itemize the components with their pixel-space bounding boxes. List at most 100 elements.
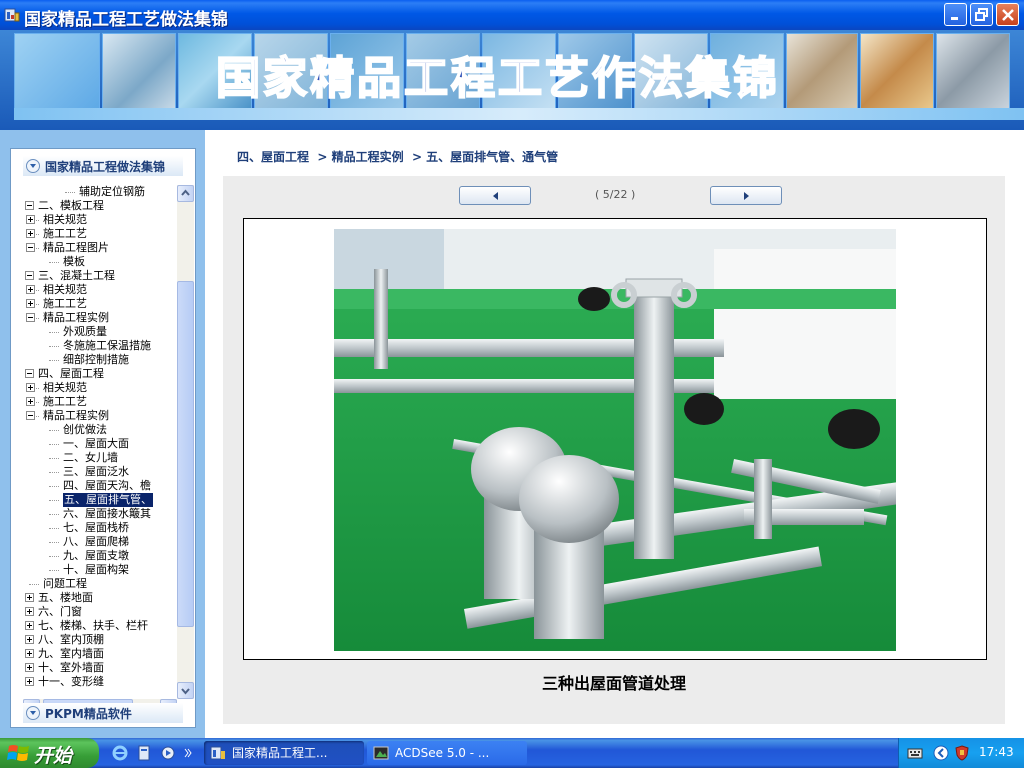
tree-node[interactable]: 问题工程	[23, 577, 177, 591]
tree-node[interactable]: 施工工艺	[23, 297, 177, 311]
window-title-bar[interactable]: 国家精品工程工艺做法集锦	[0, 0, 1024, 30]
tree-node[interactable]: 六、屋面接水簸其	[23, 507, 177, 521]
tree-node[interactable]: 四、屋面天沟、檐	[23, 479, 177, 493]
system-tray: 17:43	[898, 738, 1024, 768]
tree-node[interactable]: 三、混凝土工程	[23, 269, 177, 283]
tree-node[interactable]: 冬施施工保温措施	[23, 339, 177, 353]
tree-node[interactable]: 精品工程实例	[23, 311, 177, 325]
tree-node-label: 十一、变形缝	[38, 675, 104, 688]
tree-node[interactable]: 精品工程实例	[23, 409, 177, 423]
expand-plus-icon[interactable]	[26, 397, 35, 406]
media-player-icon[interactable]	[160, 745, 176, 761]
breadcrumb: 四、屋面工程 > 精品工程实例 > 五、屋面排气管、通气管	[237, 150, 559, 164]
expand-plus-icon[interactable]	[26, 229, 35, 238]
tree-node[interactable]: 相关规范	[23, 213, 177, 227]
task-button-main-app[interactable]: 国家精品工程工...	[204, 741, 364, 765]
expand-plus-icon[interactable]	[25, 663, 34, 672]
tree-node[interactable]: 八、屋面爬梯	[23, 535, 177, 549]
tree-node[interactable]: 外观质量	[23, 325, 177, 339]
tree-node-label: 六、屋面接水簸其	[63, 507, 151, 520]
tree-node[interactable]: 相关规范	[23, 283, 177, 297]
tree-panel-footer[interactable]: PKPM精品软件	[23, 703, 183, 723]
tree-node[interactable]: 相关规范	[23, 381, 177, 395]
tree-node[interactable]: 细部控制措施	[23, 353, 177, 367]
banner-title: 国家精品工程工艺作法集锦	[215, 52, 780, 105]
expand-plus-icon[interactable]	[25, 677, 34, 686]
tree-node[interactable]: 五、屋面排气管、	[23, 493, 177, 507]
tree-node-label: 五、屋面排气管、	[63, 493, 153, 507]
tree-node-label: 八、屋面爬梯	[63, 535, 129, 548]
tree-node[interactable]: 辅助定位钢筋	[23, 185, 177, 199]
keyboard-icon[interactable]	[907, 745, 923, 761]
tree-node[interactable]: 四、屋面工程	[23, 367, 177, 381]
tree-node[interactable]: 二、女儿墙	[23, 451, 177, 465]
tree-node-label: 十、室外墙面	[38, 661, 104, 674]
tree-node-label: 精品工程图片	[43, 241, 109, 254]
task-button-acdsee[interactable]: ACDSee 5.0 - ...	[367, 741, 527, 765]
tree-node-label: 六、门窗	[38, 605, 82, 618]
tree-node[interactable]: 九、屋面支墩	[23, 549, 177, 563]
close-button[interactable]	[996, 3, 1019, 26]
page-indicator: ( 5/22 )	[595, 188, 636, 201]
expand-plus-icon[interactable]	[26, 299, 35, 308]
chevron-left-icon[interactable]	[933, 745, 949, 761]
desktop-icon[interactable]	[136, 745, 152, 761]
tree-node-label: 三、屋面泛水	[63, 465, 129, 478]
tree-node-label: 创优做法	[63, 423, 107, 436]
tree-node[interactable]: 七、楼梯、扶手、栏杆	[23, 619, 177, 633]
tree-node[interactable]: 十、室外墙面	[23, 661, 177, 675]
tree-panel-footer-label: PKPM精品软件	[45, 707, 132, 721]
scroll-up-button[interactable]	[177, 185, 194, 202]
tree-node[interactable]: 三、屋面泛水	[23, 465, 177, 479]
previous-image-button[interactable]	[459, 186, 531, 205]
start-button[interactable]: 开始	[0, 738, 99, 768]
expand-plus-icon[interactable]	[26, 383, 35, 392]
expand-plus-icon[interactable]	[25, 621, 34, 630]
app-icon	[4, 8, 20, 22]
navigation-tree[interactable]: 辅助定位钢筋 二、模板工程 相关规范 施工工艺 精品工程图片 模板 三、混凝土工程 相关规范施…	[23, 185, 177, 699]
collapse-minus-icon[interactable]	[25, 201, 34, 210]
tree-node[interactable]: 精品工程图片	[23, 241, 177, 255]
expand-plus-icon[interactable]	[25, 607, 34, 616]
tree-node[interactable]: 九、室内墙面	[23, 647, 177, 661]
tree-node[interactable]: 五、楼地面	[23, 591, 177, 605]
minimize-button[interactable]	[944, 3, 967, 26]
next-image-button[interactable]	[710, 186, 782, 205]
security-shield-icon[interactable]	[955, 745, 969, 761]
tree-node-label: 辅助定位钢筋	[79, 185, 145, 198]
tree-node[interactable]: 施工工艺	[23, 395, 177, 409]
tree-node[interactable]: 二、模板工程	[23, 199, 177, 213]
collapse-minus-icon[interactable]	[25, 369, 34, 378]
tree-node[interactable]: 十、屋面构架	[23, 563, 177, 577]
tree-node[interactable]: 一、屋面大面	[23, 437, 177, 451]
tree-panel-header[interactable]: 国家精品工程做法集锦	[23, 156, 183, 176]
internet-explorer-icon[interactable]	[112, 745, 128, 761]
expand-plus-icon[interactable]	[25, 593, 34, 602]
tree-node[interactable]: 六、门窗	[23, 605, 177, 619]
tree-node[interactable]: 七、屋面栈桥	[23, 521, 177, 535]
tree-node[interactable]: 八、室内顶棚	[23, 633, 177, 647]
scroll-down-button[interactable]	[177, 682, 194, 699]
collapse-minus-icon[interactable]	[26, 243, 35, 252]
tree-node-label: 相关规范	[43, 283, 87, 296]
scroll-thumb[interactable]	[177, 281, 194, 627]
chevron-down-icon[interactable]	[26, 159, 40, 173]
tree-node[interactable]: 十一、变形缝	[23, 675, 177, 689]
tree-node-label: 二、女儿墙	[63, 451, 118, 464]
collapse-minus-icon[interactable]	[25, 271, 34, 280]
tree-node[interactable]: 施工工艺	[23, 227, 177, 241]
chevron-right-icon[interactable]	[184, 748, 192, 760]
collapse-minus-icon[interactable]	[26, 313, 35, 322]
expand-plus-icon[interactable]	[26, 285, 35, 294]
tree-node[interactable]: 创优做法	[23, 423, 177, 437]
expand-plus-icon[interactable]	[25, 635, 34, 644]
restore-button[interactable]	[970, 3, 993, 26]
chevron-down-icon[interactable]	[26, 706, 40, 720]
tree-node[interactable]: 模板	[23, 255, 177, 269]
expand-plus-icon[interactable]	[26, 215, 35, 224]
collapse-minus-icon[interactable]	[26, 411, 35, 420]
tree-vertical-scrollbar[interactable]	[177, 185, 194, 699]
expand-plus-icon[interactable]	[25, 649, 34, 658]
content-area: 四、屋面工程 > 精品工程实例 > 五、屋面排气管、通气管 ( 5/22 ) 三…	[205, 130, 1024, 738]
banner-strip	[14, 108, 1024, 120]
